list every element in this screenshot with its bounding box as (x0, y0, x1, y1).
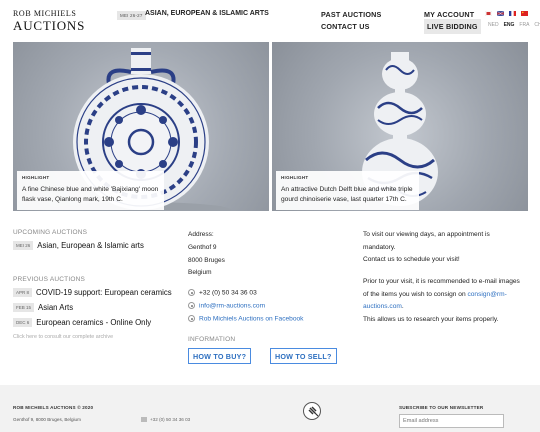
upcoming-auction-item[interactable]: MEI 26 Asian, European & Islamic arts (13, 241, 144, 251)
auction-date-badge: MEI 26 (13, 241, 34, 250)
footer-phone: +32 (0) 50 34 36 03 (141, 417, 191, 423)
footer-phone-number: +32 (0) 50 34 36 03 (150, 417, 191, 422)
highlight-title-line-1: An attractive Dutch Delft blue and white… (281, 186, 413, 193)
previous-auctions-title: PREVIOUS AUCTIONS (13, 276, 86, 283)
language-switcher: NED ENG FRA CH (488, 22, 540, 28)
information-title: INFORMATION (188, 336, 236, 343)
consign-line: This allows us to research your items pr… (363, 316, 499, 324)
lang-fra[interactable]: FRA (519, 22, 529, 28)
hero-highlight-1[interactable]: HIGHLIGHT A fine Chinese blue and white … (13, 42, 269, 211)
newsletter-title: SUBSCRIBE TO OUR NEWSLETTER (399, 405, 484, 410)
facebook-icon (188, 315, 195, 322)
hero-caption-1: HIGHLIGHT A fine Chinese blue and white … (17, 171, 165, 210)
visit-line: To visit our viewing days, an appointmen… (363, 231, 490, 238)
auction-date-badge: FEB 15 (13, 303, 35, 312)
nav-past-auctions[interactable]: PAST AUCTIONS (321, 10, 382, 19)
auction-name: European ceramics - Online Only (36, 318, 152, 327)
phone-number: +32 (0) 50 34 36 03 (199, 289, 257, 297)
highlight-label: HIGHLIGHT (22, 175, 50, 180)
auction-date-badge: DEC 6 (13, 318, 33, 327)
visit-line: Contact us to schedule your visit! (363, 256, 460, 264)
how-to-sell-button[interactable]: HOW TO SELL? (270, 348, 337, 364)
auction-name: COVID-19 support: European ceramics (36, 288, 172, 297)
nav-live-bidding[interactable]: LIVE BIDDING (424, 19, 481, 34)
email-icon (188, 302, 195, 309)
consign-email-link-cont[interactable]: auctions.com (363, 303, 402, 310)
facebook-line: Rob Michiels Auctions on Facebook (188, 315, 303, 322)
highlight-label: HIGHLIGHT (281, 175, 309, 180)
phone-icon (188, 289, 195, 296)
email-line: info@rm-auctions.com (188, 302, 265, 309)
current-auction-date-badge: MEI 26-27 (117, 11, 146, 20)
facebook-link[interactable]: Rob Michiels Auctions on Facebook (199, 315, 303, 322)
address-label: Address: (188, 231, 214, 238)
footer-copyright: ROB MICHIELS AUCTIONS © 2020 (13, 405, 94, 410)
logo-line-1: ROB MICHIELS (13, 9, 77, 18)
lang-ch[interactable]: CH (534, 22, 540, 28)
consign-line: of the items you wish to consign on cons… (363, 289, 531, 302)
archive-link[interactable]: Click here to consult our complete archi… (13, 334, 113, 340)
nav-my-account[interactable]: MY ACCOUNT (424, 10, 474, 19)
previous-auction-item[interactable]: FEB 15 Asian Arts (13, 303, 73, 313)
auction-name: Asian Arts (38, 303, 74, 312)
lang-eng[interactable]: ENG (504, 22, 515, 28)
highlight-title-line-2: gourd chinoiserie vase, last quarter 17t… (281, 196, 407, 203)
language-flags (485, 11, 540, 18)
auction-date-badge: APR 8 (13, 288, 33, 297)
consign-info: Prior to your visit, it is recommended t… (363, 276, 531, 327)
auction-name: Asian, European & Islamic arts (37, 241, 144, 250)
hero-highlight-2[interactable]: HIGHLIGHT An attractive Dutch Delft blue… (272, 42, 528, 211)
site-header: ROB MICHIELS AUCTIONS MEI 26-27 ASIAN, E… (0, 0, 540, 42)
email-link[interactable]: info@rm-auctions.com (199, 302, 265, 309)
visit-line: mandatory. (363, 243, 396, 251)
consign-email-link[interactable]: consign@rm- (467, 291, 506, 298)
logo-line-2: AUCTIONS (13, 18, 86, 33)
how-to-buy-button[interactable]: HOW TO BUY? (188, 348, 252, 364)
address-country: Belgium (188, 269, 212, 277)
gavel-logo-icon (303, 402, 321, 420)
site-logo[interactable]: ROB MICHIELS AUCTIONS (13, 9, 86, 33)
upcoming-auctions-title: UPCOMING AUCTIONS (13, 229, 88, 236)
consign-line-suffix: . (401, 303, 404, 311)
phone-line: +32 (0) 50 34 36 03 (188, 289, 257, 296)
footer-address: Genthof 9, 8000 Bruges, Belgium (13, 417, 81, 422)
current-auction-link[interactable]: ASIAN, EUROPEAN & ISLAMIC ARTS (145, 10, 269, 17)
newsletter-email-input[interactable] (399, 414, 504, 428)
phone-icon (141, 417, 147, 423)
highlight-title-line-2: flask vase, Qianlong mark, 19th C. (22, 196, 123, 203)
highlight-title-line-1: A fine Chinese blue and white 'Bajixiang… (22, 186, 159, 193)
flag-fra-icon[interactable] (509, 11, 516, 16)
flag-eng-icon[interactable] (497, 11, 504, 16)
hero-caption-2: HIGHLIGHT An attractive Dutch Delft blue… (276, 171, 419, 210)
address-city: 8000 Bruges (188, 256, 225, 264)
visit-info: To visit our viewing days, an appointmen… (363, 229, 531, 267)
lang-ned[interactable]: NED (488, 22, 499, 28)
flag-ch-icon[interactable] (521, 11, 528, 16)
address-street: Genthof 9 (188, 243, 217, 251)
consign-line: Prior to your visit, it is recommended t… (363, 278, 520, 285)
previous-auction-item[interactable]: DEC 6 European ceramics - Online Only (13, 318, 151, 328)
flag-ned-icon[interactable] (485, 11, 492, 16)
address-block: Address: Genthof 9 8000 Bruges Belgium (188, 229, 225, 280)
consign-line-prefix: of the items you wish to consign on (363, 290, 468, 298)
site-footer: ROB MICHIELS AUCTIONS © 2020 Genthof 9, … (0, 385, 540, 432)
consign-line: auctions.com. (363, 301, 531, 314)
nav-contact-us[interactable]: CONTACT US (321, 22, 370, 31)
previous-auction-item[interactable]: APR 8 COVID-19 support: European ceramics (13, 288, 172, 298)
